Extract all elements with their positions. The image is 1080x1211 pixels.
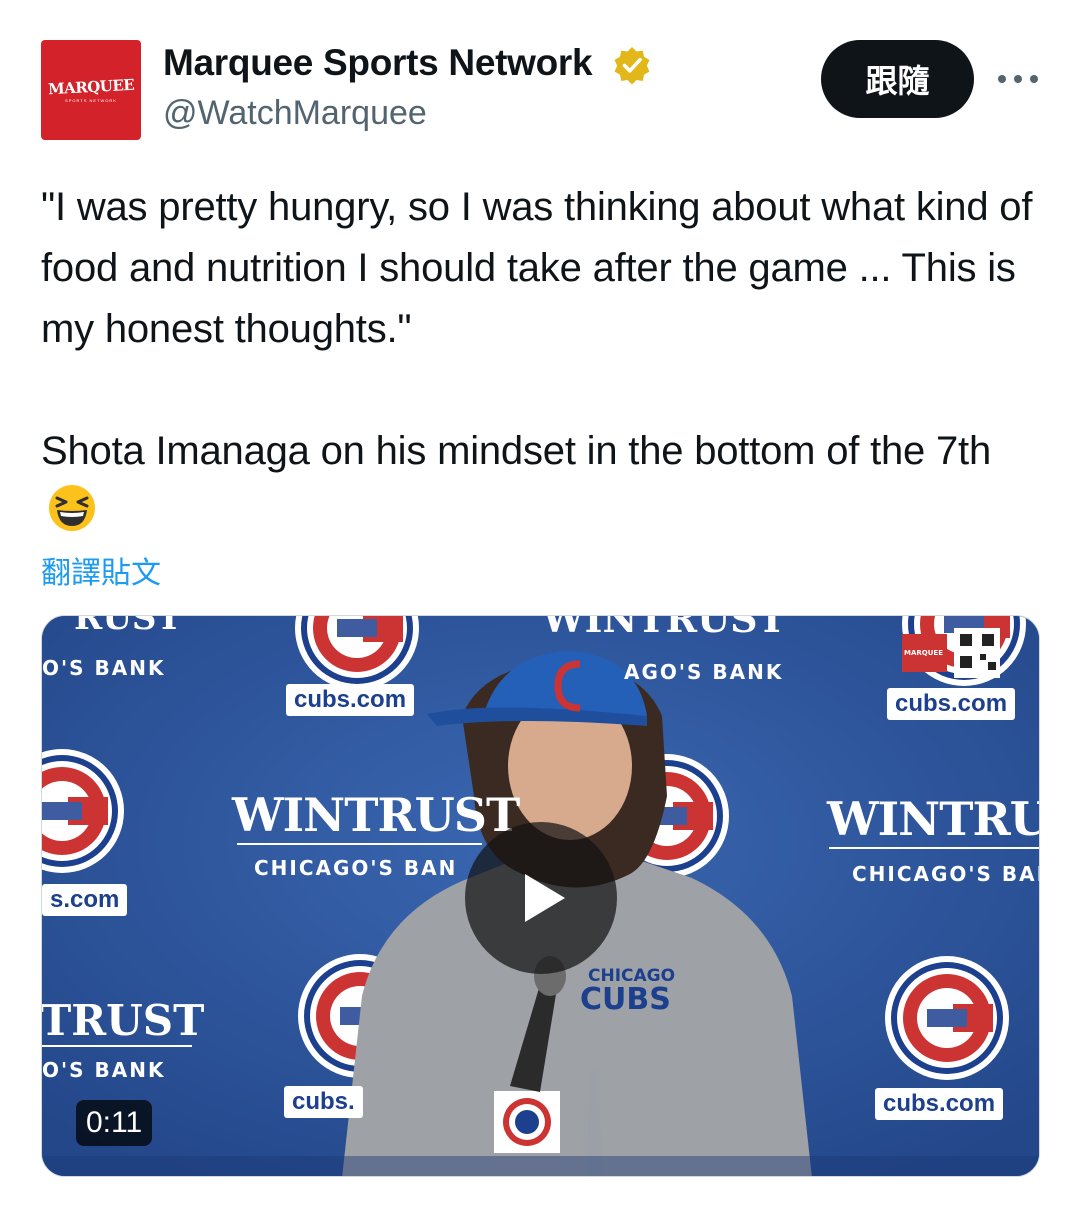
- shirt-text-cubs: CUBS: [580, 982, 671, 1017]
- wintrust-banner-center: WINTRUST: [232, 788, 520, 842]
- follow-button[interactable]: 跟隨: [821, 40, 974, 118]
- more-dot: [1014, 75, 1022, 83]
- cubs-com-sign-1: cubs.com: [286, 684, 415, 716]
- verified-badge-icon: [614, 47, 650, 85]
- avatar-logo-text: MARQUEE: [47, 75, 135, 98]
- more-horizontal-icon[interactable]: [998, 64, 1038, 94]
- video-duration: 0:11: [76, 1100, 153, 1146]
- avatar-logo-subtext: SPORTS NETWORK: [65, 97, 117, 103]
- tweet-body: "I was pretty hungry, so I was thinking …: [41, 185, 1033, 473]
- bank-banner-top-center: AGO'S BANK: [624, 660, 784, 684]
- grinning-squinting-face-icon: [49, 485, 95, 531]
- wintrust-banner-top-center: WINTRUST: [542, 615, 786, 641]
- bank-banner-left: O'S BANK: [42, 1058, 166, 1082]
- video-player[interactable]: RUST O'S BANK WINTRUST AGO'S BANK cubs.c…: [41, 615, 1040, 1177]
- play-icon: [525, 874, 565, 922]
- tweet-text: "I was pretty hungry, so I was thinking …: [41, 177, 1041, 543]
- cubs-com-sign-3: s.com: [42, 884, 128, 916]
- author-name[interactable]: Marquee Sports Network: [163, 42, 593, 84]
- bank-banner-center: CHICAGO'S BAN: [254, 856, 458, 880]
- more-dot: [1030, 75, 1038, 83]
- marquee-video-bug: MARQUEE: [904, 649, 943, 657]
- avatar[interactable]: MARQUEE SPORTS NETWORK: [41, 40, 141, 140]
- bank-banner-right: CHICAGO'S BAN: [852, 862, 1040, 886]
- cubs-com-sign-4: cubs.: [284, 1086, 363, 1118]
- translate-post-link[interactable]: 翻譯貼文: [41, 548, 161, 592]
- author-handle[interactable]: @WatchMarquee: [163, 94, 427, 133]
- wintrust-banner-left: TRUST: [41, 996, 205, 1045]
- bank-banner-top-left: O'S BANK: [42, 656, 166, 680]
- more-dot: [998, 75, 1006, 83]
- cubs-com-sign-5: cubs.com: [875, 1088, 1004, 1120]
- wintrust-banner-right: WINTRUS: [827, 792, 1039, 846]
- play-button[interactable]: [465, 822, 617, 974]
- wintrust-banner-top-left: RUST: [74, 615, 182, 638]
- cubs-com-sign-2: cubs.com: [887, 688, 1016, 720]
